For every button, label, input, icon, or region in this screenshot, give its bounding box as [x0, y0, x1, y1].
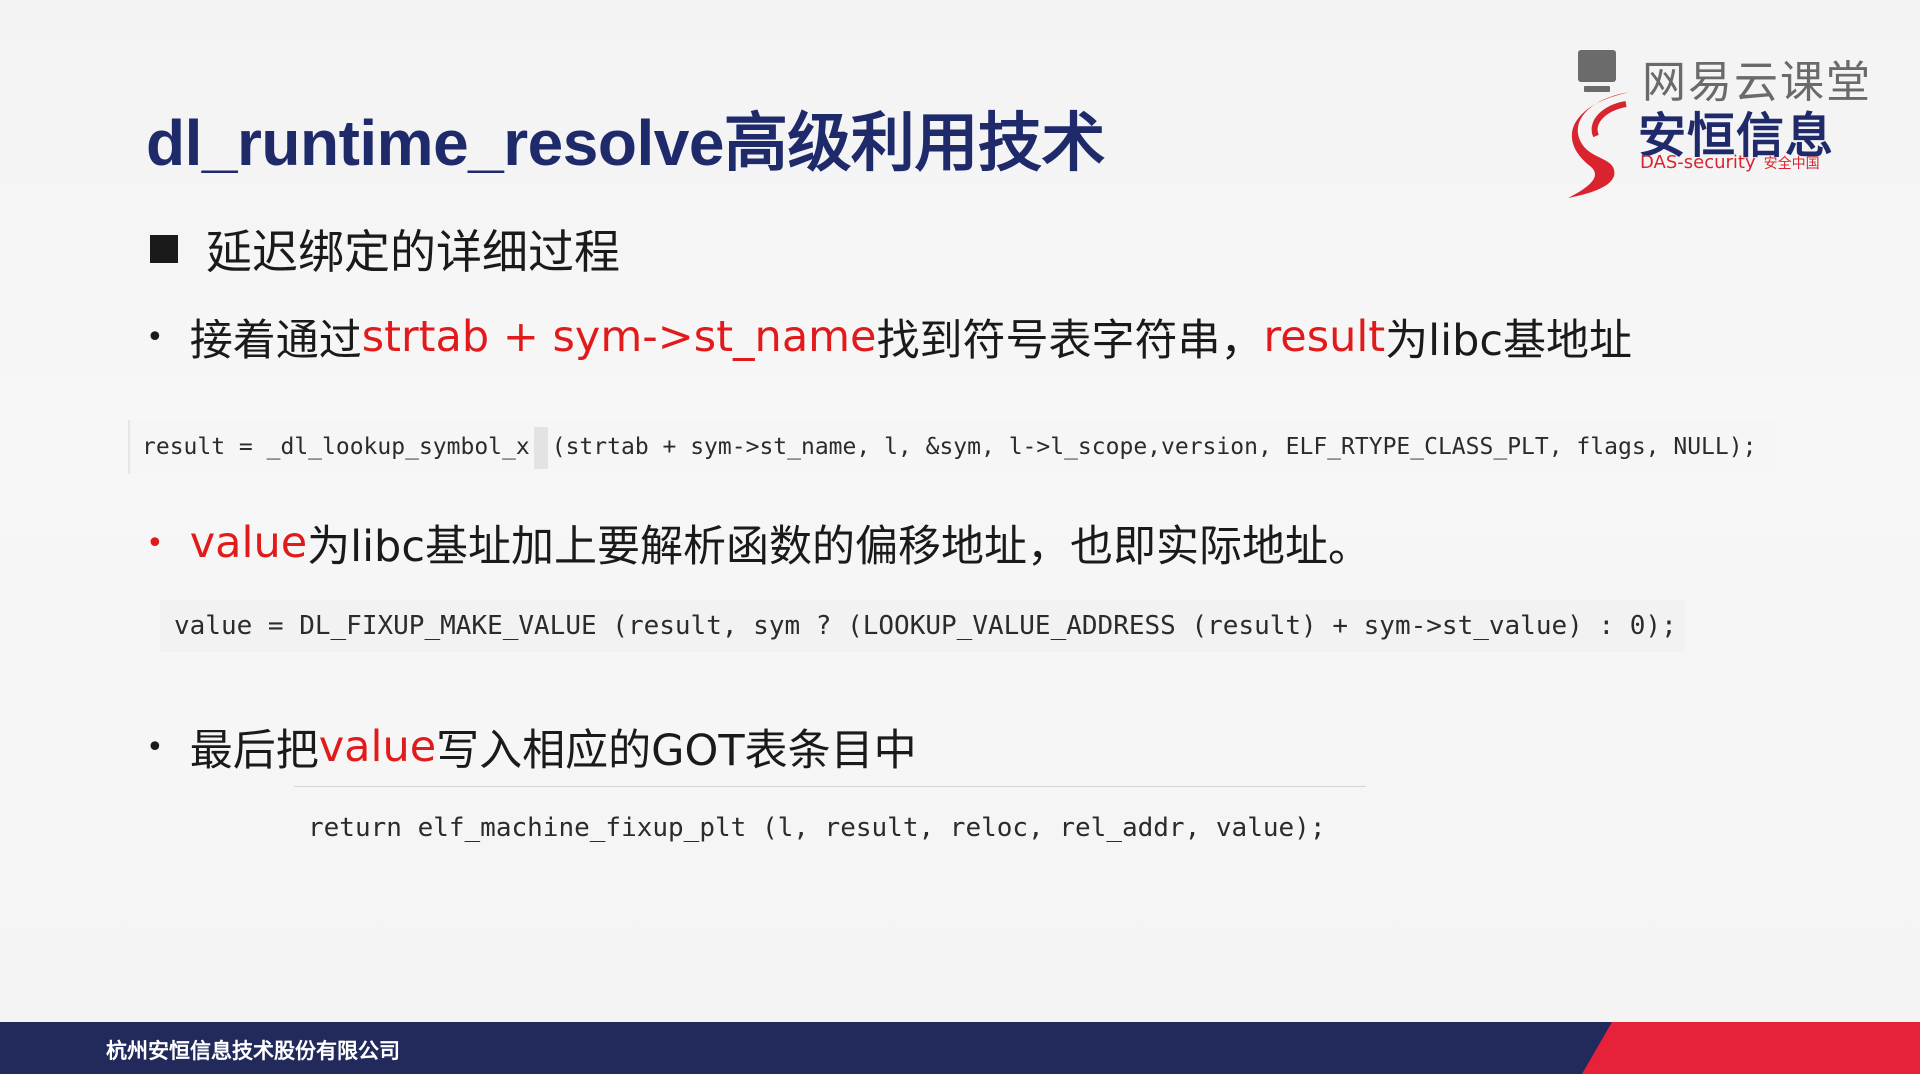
footer-red-band [1582, 1022, 1920, 1074]
code-block-lookup: result = _dl_lookup_symbol_x (strtab + sy… [128, 420, 1778, 474]
slide-title: dl_runtime_resolve高级利用技术 [146, 107, 1105, 179]
logo-brand-sub-en: DAS-security [1640, 152, 1756, 173]
bullet-dot-icon: • [146, 729, 164, 765]
bullet-dot-icon: • [146, 319, 164, 355]
slide: dl_runtime_resolve高级利用技术 网易云课堂 安恒信息 DAS-… [0, 0, 1920, 1074]
bullet-text: 写入相应的GOT表条目中 [436, 726, 917, 776]
divider [294, 786, 1366, 787]
code-gap [533, 426, 548, 469]
bullet-text: 最后把 [189, 726, 319, 776]
code-block-return: return elf_machine_fixup_plt (l, result,… [308, 813, 1326, 843]
bullet-highlight: strtab + sym->st_name [361, 312, 877, 362]
bullet-item: • 接着通过 strtab + sym->st_name 找到符号表字符串， resu… [146, 306, 1632, 368]
logo-brand-sub: DAS-security 安全中国 [1640, 152, 1820, 173]
swoosh-logo-icon [1568, 92, 1630, 198]
bullet-item: • 最后把 value 写入相应的GOT表条目中 [146, 716, 917, 778]
footer-company-name: 杭州安恒信息技术股份有限公司 [106, 1039, 400, 1063]
section-heading-text: 延迟绑定的详细过程 [206, 225, 620, 279]
logo-brand-sub-cn: 安全中国 [1763, 156, 1820, 172]
monitor-icon [1578, 50, 1616, 92]
bullet-highlight: value [189, 518, 308, 568]
bullet-item: • value 为libc基址加上要解析函数的偏移地址，也即实际地址。 [146, 512, 1371, 574]
bullet-highlight: result [1263, 312, 1386, 362]
footer-bar: 杭州安恒信息技术股份有限公司 [0, 1022, 1920, 1074]
code-text: result = _dl_lookup_symbol_x [142, 434, 530, 460]
code-text: (strtab + sym->st_name, l, &sym, l->l_sc… [551, 434, 1757, 460]
square-bullet-icon [150, 235, 178, 263]
bullet-text: 找到符号表字符串， [876, 316, 1264, 366]
bullet-text: 为libc基地址 [1385, 316, 1633, 366]
bullet-dot-icon: • [146, 525, 164, 561]
bullet-text: 为libc基址加上要解析函数的偏移地址，也即实际地址。 [307, 522, 1371, 572]
code-block-fixup: value = DL_FIXUP_MAKE_VALUE (result, sym… [160, 600, 1685, 652]
company-logo: 网易云课堂 安恒信息 DAS-security 安全中国 [1560, 44, 1890, 198]
bullet-highlight: value [318, 722, 437, 772]
section-heading: 延迟绑定的详细过程 [150, 216, 620, 282]
bullet-text: 接着通过 [189, 316, 362, 366]
